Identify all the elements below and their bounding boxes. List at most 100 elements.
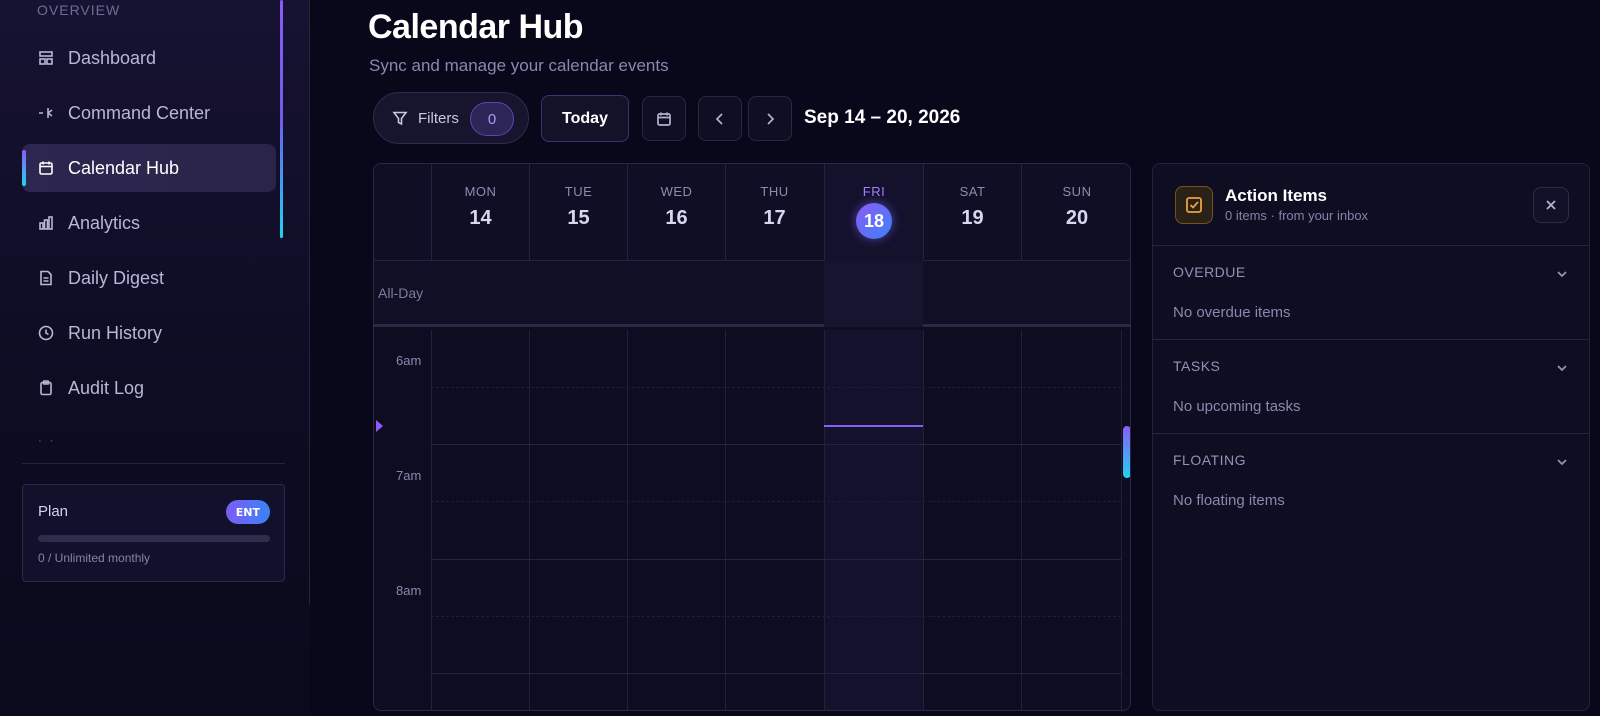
clock-icon (38, 325, 54, 341)
chevron-left-icon (715, 112, 723, 125)
checklist-icon (1175, 186, 1213, 224)
day-name: THU (760, 184, 789, 199)
time-label-7am: 7am (396, 468, 422, 483)
day-header-tue[interactable]: TUE 15 (529, 164, 627, 261)
day-header-fri[interactable]: FRI 18 (824, 164, 923, 261)
plan-title: Plan (38, 503, 69, 520)
command-icon (38, 105, 54, 121)
sidebar-item-audit-log[interactable]: Audit Log (22, 364, 276, 412)
sidebar-item-label: Command Center (68, 102, 211, 123)
filters-button[interactable]: Filters 0 (373, 92, 529, 144)
section-overdue[interactable]: OVERDUE No overdue items (1153, 246, 1589, 340)
sidebar-item-dashboard[interactable]: Dashboard (22, 34, 276, 82)
section-title: OVERDUE (1173, 264, 1246, 280)
page-subtitle: Sync and manage your calendar events (369, 56, 669, 75)
day-number: 19 (961, 207, 984, 229)
page-title: Calendar Hub (368, 8, 584, 46)
day-number-today: 18 (856, 203, 892, 239)
week-calendar: MON 14 TUE 15 WED 16 THU 17 FRI 18 SAT 1… (373, 163, 1131, 711)
chevron-right-icon (767, 112, 775, 125)
filters-count-badge: 0 (470, 102, 514, 136)
sidebar-item-calendar-hub[interactable]: Calendar Hub (22, 144, 276, 192)
section-floating[interactable]: FLOATING No floating items (1153, 434, 1589, 528)
sidebar: OVERVIEW Dashboard Command Center Calend… (0, 0, 310, 716)
plan-badge: ENT (225, 500, 270, 524)
day-header-sat[interactable]: SAT 19 (923, 164, 1021, 261)
filters-label: Filters (418, 109, 459, 127)
empty-state-text: No upcoming tasks (1173, 398, 1301, 415)
date-range: Sep 14 – 20, 2026 (804, 107, 961, 128)
sidebar-item-label: Calendar Hub (68, 157, 180, 178)
day-name: MON (464, 184, 497, 199)
close-panel-button[interactable] (1533, 187, 1569, 223)
calendar-header: MON 14 TUE 15 WED 16 THU 17 FRI 18 SAT 1… (374, 164, 1130, 261)
action-items-panel: Action Items 0 items · from your inbox O… (1152, 163, 1590, 711)
all-day-row[interactable]: All-Day (374, 261, 1130, 327)
sidebar-item-label: Daily Digest (68, 267, 165, 288)
calendar-scrollbar[interactable] (1123, 426, 1130, 478)
day-number: 17 (763, 207, 786, 229)
sidebar-item-label: Analytics (68, 212, 141, 233)
day-number: 16 (665, 207, 688, 229)
sidebar-item-label: Dashboard (68, 47, 157, 68)
day-name: SUN (1062, 184, 1092, 199)
sidebar-section-label: OVERVIEW (37, 2, 121, 18)
section-tasks[interactable]: TASKS No upcoming tasks (1153, 340, 1589, 434)
sidebar-divider (309, 0, 310, 605)
column-divider (1121, 330, 1122, 710)
sidebar-scrollbar[interactable] (280, 0, 283, 238)
time-label-6am: 6am (396, 353, 422, 368)
all-day-today-cell[interactable] (824, 261, 923, 327)
day-header-sun[interactable]: SUN 20 (1021, 164, 1130, 261)
day-number: 20 (1065, 207, 1089, 229)
empty-state-text: No overdue items (1173, 304, 1291, 321)
date-picker-button[interactable] (642, 96, 686, 141)
hour-line (431, 444, 1121, 445)
day-header-mon[interactable]: MON 14 (431, 164, 529, 261)
time-grid[interactable]: 6am 7am 8am (374, 330, 1130, 710)
day-number: 15 (567, 207, 590, 229)
panel-subtitle: 0 items · from your inbox (1225, 208, 1369, 223)
plan-usage-text: 0 / Unlimited monthly (38, 551, 151, 565)
day-name: WED (660, 184, 693, 199)
calendar-icon (657, 112, 671, 126)
today-button[interactable]: Today (541, 95, 629, 142)
plan-card: Plan ENT 0 / Unlimited monthly (22, 484, 285, 582)
day-header-wed[interactable]: WED 16 (627, 164, 725, 261)
panel-header: Action Items 0 items · from your inbox (1153, 164, 1589, 246)
day-name: TUE (564, 184, 593, 199)
chevron-down-icon[interactable] (1555, 266, 1569, 280)
chevron-down-icon[interactable] (1555, 454, 1569, 468)
all-day-label: All-Day (378, 285, 424, 301)
time-label-8am: 8am (396, 583, 422, 598)
empty-state-text: No floating items (1173, 492, 1285, 509)
panel-title: Action Items (1225, 186, 1328, 205)
day-header-thu[interactable]: THU 17 (725, 164, 823, 261)
sidebar-item-analytics[interactable]: Analytics (22, 199, 276, 247)
half-hour-line (431, 387, 1121, 388)
next-week-button[interactable] (748, 96, 792, 141)
sidebar-item-label: Audit Log (68, 377, 145, 398)
day-number: 14 (469, 207, 492, 229)
half-hour-line (431, 616, 1121, 617)
chart-bar-icon (38, 215, 54, 231)
sidebar-separator (22, 463, 285, 464)
overflow-indicator: · · (38, 434, 56, 448)
chevron-down-icon[interactable] (1555, 360, 1569, 374)
previous-week-button[interactable] (698, 96, 742, 141)
section-title: FLOATING (1173, 452, 1246, 468)
filter-icon (392, 111, 408, 126)
hour-line (431, 559, 1121, 560)
sidebar-item-label: Run History (68, 322, 163, 343)
section-title: TASKS (1173, 358, 1221, 374)
current-time-line (824, 425, 923, 427)
sidebar-item-command-center[interactable]: Command Center (22, 89, 276, 137)
clipboard-icon (38, 380, 54, 396)
calendar-icon (38, 160, 54, 176)
sidebar-item-run-history[interactable]: Run History (22, 309, 276, 357)
close-icon (1546, 200, 1556, 210)
current-time-marker (376, 420, 383, 432)
day-name: SAT (959, 184, 986, 199)
sidebar-item-daily-digest[interactable]: Daily Digest (22, 254, 276, 302)
hour-line (431, 673, 1121, 674)
